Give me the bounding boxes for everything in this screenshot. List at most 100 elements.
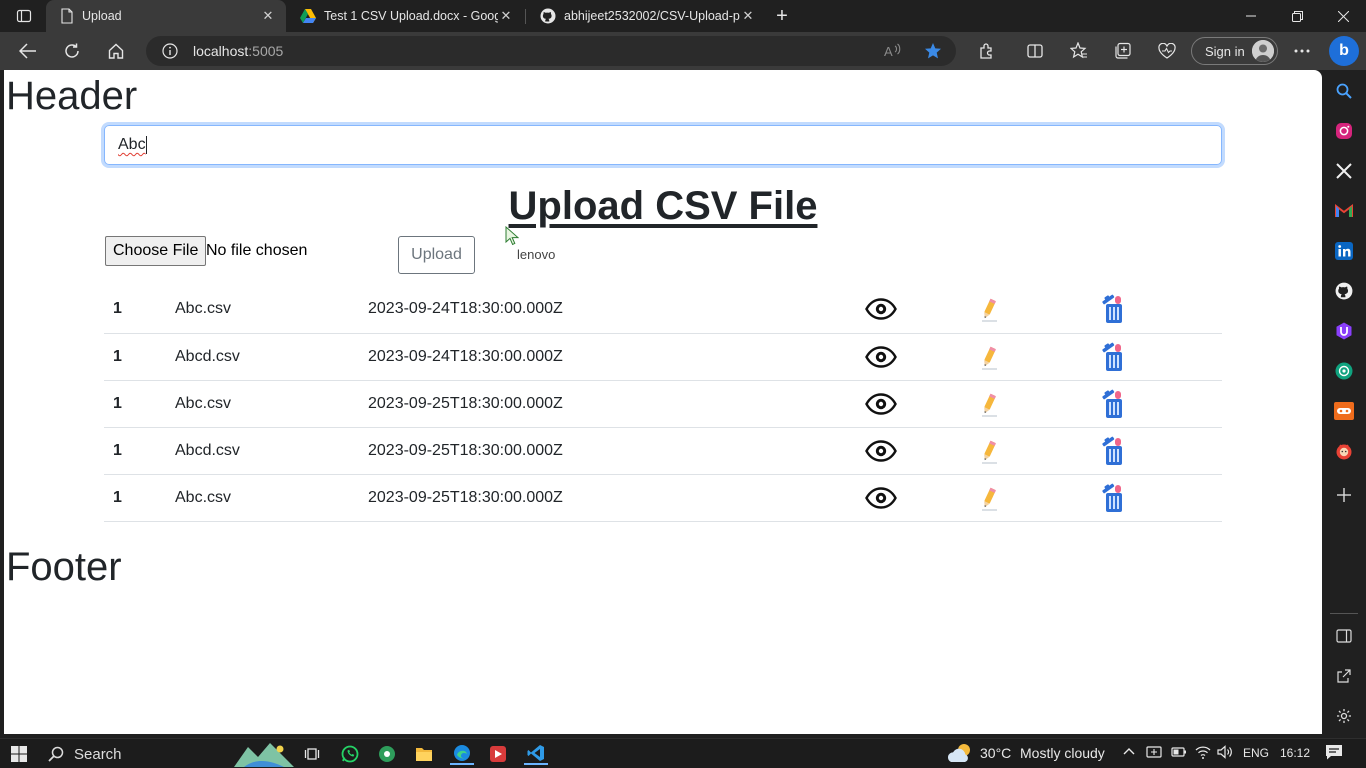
task-view-icon[interactable] xyxy=(301,743,323,765)
language-indicator[interactable]: ENG xyxy=(1243,746,1269,760)
split-screen-icon[interactable] xyxy=(1021,37,1049,65)
edge-taskbar-icon[interactable] xyxy=(450,743,474,765)
app-red-icon[interactable] xyxy=(487,743,509,765)
trash-icon[interactable] xyxy=(1100,294,1222,324)
file-status-text: No file chosen xyxy=(206,242,308,259)
close-icon[interactable]: ✕ xyxy=(740,8,756,24)
hide-sidebar-icon[interactable] xyxy=(1334,626,1354,646)
weather-description[interactable]: Mostly cloudy xyxy=(1020,745,1105,761)
row-number: 1 xyxy=(104,286,175,334)
u-app-icon[interactable] xyxy=(1334,321,1354,341)
eye-icon[interactable] xyxy=(865,298,978,320)
weather-icon[interactable] xyxy=(946,742,974,764)
extensions-icon[interactable] xyxy=(972,37,1000,65)
favorite-star-icon[interactable] xyxy=(923,41,943,61)
file-explorer-icon[interactable] xyxy=(413,743,435,765)
gmail-icon[interactable] xyxy=(1334,201,1354,221)
table-row: 1 Abc.csv 2023-09-24T18:30:00.000Z xyxy=(104,286,1222,334)
add-sidebar-app-icon[interactable] xyxy=(1334,485,1354,505)
browser-toolbar: localhost:5005 A xyxy=(0,32,1366,70)
tab-github[interactable]: abhijeet2532002/CSV-Upload-pr ✕ xyxy=(526,0,766,32)
tab-upload[interactable]: Upload ✕ xyxy=(46,0,286,32)
collections-icon[interactable] xyxy=(1109,37,1137,65)
volume-icon[interactable] xyxy=(1217,744,1233,760)
taskbar-search[interactable]: Search xyxy=(48,743,294,767)
browser-sidebar xyxy=(1322,70,1366,734)
home-icon[interactable] xyxy=(102,37,130,65)
eye-icon[interactable] xyxy=(865,486,978,509)
chatgpt-icon[interactable] xyxy=(1334,361,1354,381)
table-row: 1 Abc.csv 2023-09-25T18:30:00.000Z xyxy=(104,474,1222,522)
trash-icon[interactable] xyxy=(1100,389,1222,419)
tab-title: abhijeet2532002/CSV-Upload-pr xyxy=(564,9,740,23)
tab-strip: Upload ✕ Test 1 CSV Upload.docx - Google… xyxy=(0,0,1366,32)
trash-icon[interactable] xyxy=(1100,436,1222,466)
game-app-icon[interactable] xyxy=(1334,401,1354,421)
address-bar[interactable]: localhost:5005 A xyxy=(146,36,956,66)
mouse-cursor-icon xyxy=(505,226,519,246)
url-text: localhost:5005 xyxy=(193,43,283,59)
read-aloud-icon[interactable]: A xyxy=(883,41,903,61)
github-sidebar-icon[interactable] xyxy=(1334,281,1354,301)
pencil-icon[interactable] xyxy=(978,438,1100,464)
site-info-icon[interactable] xyxy=(162,43,178,59)
copilot-icon[interactable]: b xyxy=(1329,36,1359,66)
google-drive-icon xyxy=(300,9,316,23)
battery-icon[interactable] xyxy=(1171,744,1187,760)
sign-in-button[interactable]: Sign in xyxy=(1191,37,1278,65)
wifi-icon[interactable] xyxy=(1195,744,1211,760)
eye-icon[interactable] xyxy=(865,439,978,462)
close-window-button[interactable] xyxy=(1320,0,1366,32)
vscode-icon[interactable] xyxy=(524,743,548,765)
linkedin-icon[interactable] xyxy=(1334,241,1354,261)
trash-icon[interactable] xyxy=(1100,483,1222,513)
sidebar-settings-icon[interactable] xyxy=(1334,706,1354,726)
close-icon[interactable]: ✕ xyxy=(498,8,514,24)
device-icon[interactable] xyxy=(1146,744,1162,760)
tab-google-docs[interactable]: Test 1 CSV Upload.docx - Google ✕ xyxy=(286,0,524,32)
restore-button[interactable] xyxy=(1274,0,1320,32)
page-icon xyxy=(60,8,74,24)
minimize-button[interactable] xyxy=(1228,0,1274,32)
open-external-icon[interactable] xyxy=(1334,666,1354,686)
pencil-icon[interactable] xyxy=(978,485,1100,511)
instagram-icon[interactable] xyxy=(1334,121,1354,141)
back-icon[interactable] xyxy=(14,37,42,65)
search-icon[interactable] xyxy=(1334,81,1354,101)
pencil-icon[interactable] xyxy=(978,391,1100,417)
pencil-icon[interactable] xyxy=(978,344,1100,370)
refresh-icon[interactable] xyxy=(58,37,86,65)
x-twitter-icon[interactable] xyxy=(1334,161,1354,181)
app-green-dot-icon[interactable] xyxy=(376,743,398,765)
file-name: Abc.csv xyxy=(175,474,368,522)
eye-icon[interactable] xyxy=(865,392,978,415)
row-number: 1 xyxy=(104,474,175,522)
upload-date: 2023-09-24T18:30:00.000Z xyxy=(368,333,865,381)
tab-actions-icon[interactable] xyxy=(10,6,38,26)
choose-file-button[interactable]: Choose File xyxy=(105,236,207,266)
upload-date: 2023-09-25T18:30:00.000Z xyxy=(368,427,865,475)
new-tab-button[interactable]: + xyxy=(770,4,794,28)
file-name: Abc.csv xyxy=(175,380,368,428)
close-icon[interactable]: ✕ xyxy=(260,8,276,24)
windows-taskbar: Search 30°C Mostly cloudy ENG 16:12 xyxy=(0,738,1366,768)
notifications-icon[interactable] xyxy=(1325,744,1343,760)
trash-icon[interactable] xyxy=(1100,342,1222,372)
upload-button[interactable]: Upload xyxy=(398,236,475,274)
search-input[interactable]: Abc xyxy=(104,125,1222,165)
pencil-icon[interactable] xyxy=(978,296,1100,322)
eye-icon[interactable] xyxy=(865,345,978,368)
avatar xyxy=(1252,40,1274,62)
clock-time[interactable]: 16:12 xyxy=(1280,746,1310,760)
row-number: 1 xyxy=(104,427,175,475)
windows-start-icon[interactable] xyxy=(8,743,30,765)
app-character-icon[interactable] xyxy=(1334,441,1354,461)
chevron-up-icon[interactable] xyxy=(1122,744,1136,758)
browser-essentials-icon[interactable] xyxy=(1153,37,1181,65)
settings-more-icon[interactable] xyxy=(1288,37,1316,65)
search-highlight-icon xyxy=(234,741,294,767)
favorites-icon[interactable] xyxy=(1065,37,1093,65)
table-row: 1 Abcd.csv 2023-09-25T18:30:00.000Z xyxy=(104,427,1222,475)
weather-temp[interactable]: 30°C xyxy=(980,745,1011,761)
whatsapp-icon[interactable] xyxy=(339,743,361,765)
